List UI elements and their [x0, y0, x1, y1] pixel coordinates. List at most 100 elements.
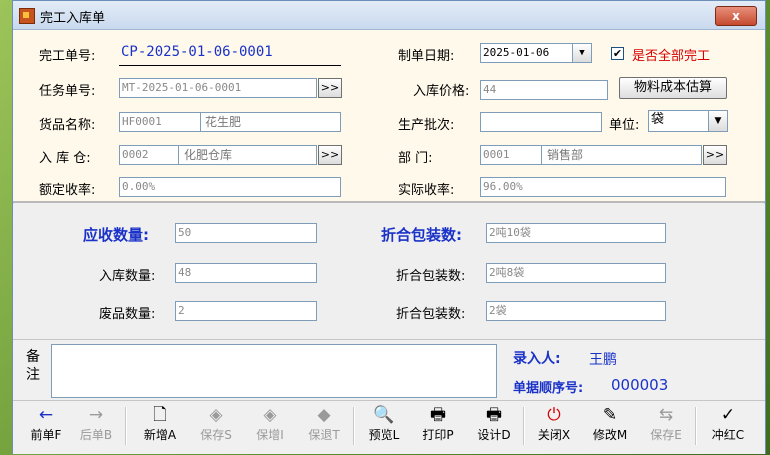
entered-by-label: 录入人: — [513, 351, 561, 367]
arrow-right-icon: → — [88, 405, 104, 425]
warehouse-code: 0002 — [122, 148, 149, 161]
edit-button[interactable]: ✎ 修改M — [585, 403, 635, 451]
title-bar[interactable]: 完工入库单 x — [13, 1, 765, 30]
batch-label: 生产批次: — [398, 118, 455, 133]
batch-field[interactable] — [480, 112, 602, 132]
arrow-left-icon: ← — [38, 405, 54, 425]
rated-rate-field[interactable]: 0.00% — [119, 177, 341, 197]
goods-name: 花生肥 — [205, 115, 242, 129]
pack-waste-field[interactable]: 2袋 — [486, 301, 666, 321]
pack-total-field[interactable]: 2吨10袋 — [486, 223, 666, 243]
unit-select[interactable]: 袋 ▼ — [648, 110, 728, 132]
quantity-panel: 应收数量: 50 折合包装数: 2吨10袋 入库数量: 48 折合包装数: 2吨… — [13, 204, 765, 340]
waste-qty-field[interactable]: 2 — [175, 301, 317, 321]
receivable-qty-label: 应收数量: — [83, 226, 149, 244]
print-label: 打印P — [422, 428, 454, 442]
pack-in-field[interactable]: 2吨8袋 — [486, 263, 666, 283]
make-date-label: 制单日期: — [398, 49, 455, 64]
window-title: 完工入库单 — [40, 11, 106, 26]
warehouse-lookup-button[interactable]: >> — [318, 145, 342, 165]
rated-rate-label: 额定收率: — [39, 183, 96, 198]
unit-value: 袋 — [651, 112, 665, 127]
task-no-field[interactable]: MT-2025-01-06-0001 — [119, 78, 317, 98]
edit-label: 修改M — [592, 428, 628, 442]
in-qty-label: 入库数量: — [99, 269, 156, 284]
seq-label: 单据顺序号: — [513, 381, 584, 396]
chevron-down-icon[interactable]: ▼ — [572, 44, 591, 62]
save-icon: ◈ — [209, 405, 223, 425]
prev-record-label: 前单F — [30, 428, 62, 442]
remarks-textarea[interactable] — [51, 344, 497, 398]
actual-rate-label: 实际收率: — [398, 183, 455, 198]
goods-name-label: 货品名称: — [39, 118, 96, 133]
save-edit-label: 保存E — [650, 428, 682, 442]
in-price-label: 入库价格: — [413, 84, 470, 99]
close-button[interactable]: ⏻ 关闭X — [529, 403, 579, 451]
entered-by-value: 王鹏 — [589, 352, 617, 368]
design-button[interactable]: 🖶 设计D — [469, 403, 519, 451]
goods-name-field[interactable]: HF0001 花生肥 — [119, 112, 341, 132]
save-button[interactable]: ◈ 保存S — [191, 403, 241, 451]
dept-code: 0001 — [483, 148, 510, 161]
preview-icon: 🔍 — [373, 405, 395, 425]
next-record-button[interactable]: → 后单B — [71, 403, 121, 451]
seq-value: 000003 — [611, 376, 669, 394]
pack-waste-label: 折合包装数: — [396, 307, 466, 322]
make-date-select[interactable]: 2025-01-06 ▼ — [480, 43, 592, 63]
reverse-button[interactable]: ✓ 冲红C — [703, 403, 753, 451]
warehouse-name: 化肥仓库 — [184, 148, 233, 162]
save-new-button[interactable]: ◈ 保增I — [245, 403, 295, 451]
toolbar-separator — [353, 407, 355, 445]
all-done-label: 是否全部完工 — [632, 49, 711, 64]
task-lookup-button[interactable]: >> — [318, 78, 342, 98]
cost-estimate-button[interactable]: 物料成本估算 — [619, 77, 727, 99]
print-icon: 🖶 — [429, 405, 447, 425]
app-icon — [19, 8, 35, 24]
finish-warehousing-window: 完工入库单 x 完工单号: CP-2025-01-06-0001 制单日期: 2… — [12, 0, 766, 454]
goods-code: HF0001 — [122, 115, 162, 128]
design-label: 设计D — [477, 428, 511, 442]
edit-icon: ✎ — [602, 405, 618, 425]
save-new-label: 保增I — [256, 428, 284, 442]
preview-label: 预览L — [368, 428, 400, 442]
toolbar-separator — [695, 407, 697, 445]
toolbar-separator — [125, 407, 127, 445]
new-label: 新增A — [143, 428, 177, 442]
remarks-label: 备 注 — [26, 349, 40, 383]
warehouse-field[interactable]: 0002 化肥仓库 — [119, 145, 317, 165]
print-button[interactable]: 🖶 打印P — [413, 403, 463, 451]
toolbar-separator — [523, 407, 525, 445]
make-date-value: 2025-01-06 — [483, 46, 550, 59]
chevron-down-icon[interactable]: ▼ — [708, 111, 727, 131]
save-exit-button[interactable]: ◆ 保退T — [299, 403, 349, 451]
finish-no-underline — [119, 65, 341, 66]
finish-no-value: CP-2025-01-06-0001 — [121, 44, 273, 60]
in-price-field[interactable]: 44 — [480, 80, 608, 100]
preview-button[interactable]: 🔍 预览L — [359, 403, 409, 451]
dept-field[interactable]: 0001 销售部 — [480, 145, 702, 165]
in-qty-field[interactable]: 48 — [175, 263, 317, 283]
save-edit-button[interactable]: ⇆ 保存E — [641, 403, 691, 451]
close-button[interactable]: x — [715, 6, 757, 26]
pack-total-label: 折合包装数: — [381, 226, 462, 244]
warehouse-label: 入 库 仓: — [39, 151, 91, 166]
dept-lookup-button[interactable]: >> — [703, 145, 727, 165]
new-button[interactable]: 🗋 新增A — [135, 403, 185, 451]
remarks-area: 备 注 录入人: 王鹏 单据顺序号: 000003 — [13, 340, 765, 400]
close-label: 关闭X — [537, 428, 571, 442]
power-icon: ⏻ — [547, 405, 561, 425]
prev-record-button[interactable]: ← 前单F — [21, 403, 71, 451]
all-done-checkbox[interactable]: ✔ — [611, 47, 624, 60]
save-label: 保存S — [200, 428, 232, 442]
next-record-label: 后单B — [79, 428, 113, 442]
actual-rate-field[interactable]: 96.00% — [480, 177, 726, 197]
waste-qty-label: 废品数量: — [99, 307, 156, 322]
design-icon: 🖶 — [485, 405, 503, 425]
bottom-toolbar: ← 前单F → 后单B 🗋 新增A ◈ 保存S ◈ 保增I ◆ 保退T 🔍 预览L 🖶 打印P 🖶 设计D ⏻ 关闭X… — [13, 400, 765, 454]
save-exit-icon: ◆ — [317, 405, 331, 425]
save-add-icon: ◈ — [263, 405, 277, 425]
pack-in-label: 折合包装数: — [396, 269, 466, 284]
receivable-qty-field[interactable]: 50 — [175, 223, 317, 243]
header-form-panel: 完工单号: CP-2025-01-06-0001 制单日期: 2025-01-0… — [13, 30, 765, 203]
save-edit-icon: ⇆ — [658, 405, 674, 425]
